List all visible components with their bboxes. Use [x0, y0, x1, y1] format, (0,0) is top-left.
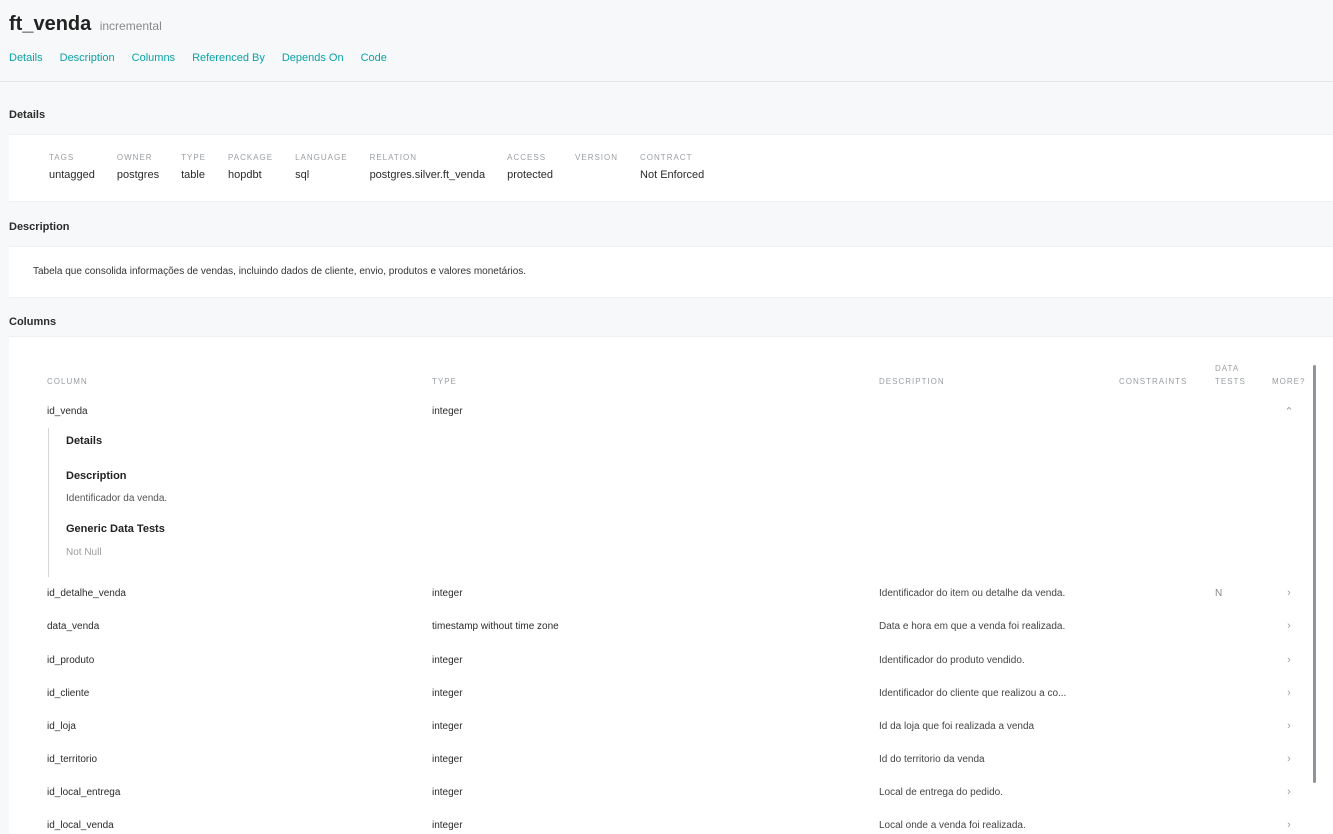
detail-label: VERSION	[575, 153, 619, 162]
detail-language: LANGUAGE sql	[295, 153, 347, 182]
column-name[interactable]: id_loja	[47, 721, 76, 732]
tab-depends-on[interactable]: Depends On	[282, 52, 344, 64]
expanded-test-not-null: Not Null	[66, 547, 102, 558]
detail-label: CONTRACT	[640, 153, 693, 162]
detail-value: hopdbt	[228, 169, 262, 181]
column-description: Identificador do produto vendido.	[879, 655, 1025, 666]
detail-value	[575, 169, 618, 182]
detail-contract: CONTRACT Not Enforced	[640, 153, 704, 182]
detail-label: ACCESS	[507, 153, 547, 162]
header-divider	[0, 81, 1333, 82]
chevron-right-icon[interactable]: ›	[1284, 620, 1294, 632]
column-data-tests: N	[1215, 588, 1223, 599]
section-tabs: Details Description Columns Referenced B…	[9, 52, 387, 64]
details-card: TAGS untagged OWNER postgres TYPE table …	[9, 134, 1333, 202]
detail-label: TAGS	[49, 153, 75, 162]
column-header-data-tests-line2: TESTS	[1215, 377, 1246, 386]
detail-owner: OWNER postgres	[117, 153, 159, 182]
tab-referenced-by[interactable]: Referenced By	[192, 52, 265, 64]
model-page: ft_venda incremental Details Description…	[0, 0, 1333, 834]
column-description: Local de entrega do pedido.	[879, 787, 1003, 798]
column-name[interactable]: id_venda	[47, 406, 88, 417]
detail-tags: TAGS untagged	[49, 153, 95, 182]
column-type: integer	[432, 787, 463, 798]
column-description: Local onde a venda foi realizada.	[879, 820, 1026, 831]
detail-value: untagged	[49, 169, 95, 181]
tab-columns[interactable]: Columns	[132, 52, 175, 64]
description-section-title: Description	[9, 221, 70, 233]
model-description: Tabela que consolida informações de vend…	[33, 266, 527, 277]
description-card: Tabela que consolida informações de vend…	[9, 246, 1333, 298]
detail-label: LANGUAGE	[295, 153, 348, 162]
column-name[interactable]: id_produto	[47, 655, 94, 666]
column-header-more: MORE?	[1272, 377, 1306, 386]
detail-value: table	[181, 169, 205, 181]
column-description: Identificador do item ou detalhe da vend…	[879, 588, 1066, 599]
column-type: integer	[432, 820, 463, 831]
column-name[interactable]: id_cliente	[47, 688, 89, 699]
detail-version: VERSION	[575, 153, 618, 182]
column-type: integer	[432, 721, 463, 732]
chevron-right-icon[interactable]: ›	[1284, 786, 1294, 798]
column-header-column: COLUMN	[47, 377, 88, 386]
column-header-data-tests-line1: DATA	[1215, 364, 1240, 373]
detail-label: RELATION	[369, 153, 417, 162]
details-row: TAGS untagged OWNER postgres TYPE table …	[49, 153, 704, 182]
chevron-right-icon[interactable]: ›	[1284, 687, 1294, 699]
detail-value: sql	[295, 169, 310, 181]
detail-value: Not Enforced	[640, 169, 705, 181]
chevron-right-icon[interactable]: ›	[1284, 654, 1294, 666]
table-scrollbar[interactable]	[1313, 365, 1316, 783]
column-description: Id do territorio da venda	[879, 754, 985, 765]
expanded-description-text: Identificador da venda.	[66, 493, 168, 504]
column-type: timestamp without time zone	[432, 621, 559, 632]
details-section-title: Details	[9, 109, 46, 121]
column-type: integer	[432, 655, 463, 666]
detail-value: postgres.silver.ft_venda	[369, 169, 486, 181]
detail-value: postgres	[116, 169, 160, 181]
column-type: integer	[432, 688, 463, 699]
chevron-right-icon[interactable]: ›	[1284, 720, 1294, 732]
column-header-description: DESCRIPTION	[879, 377, 945, 386]
column-name[interactable]: id_detalhe_venda	[47, 588, 126, 599]
expanded-tests-heading: Generic Data Tests	[66, 523, 165, 535]
page-header: ft_venda incremental	[9, 13, 162, 36]
detail-relation: RELATION postgres.silver.ft_venda	[370, 153, 486, 182]
materialization-badge: incremental	[99, 19, 162, 33]
chevron-right-icon[interactable]: ›	[1284, 753, 1294, 765]
tab-details[interactable]: Details	[9, 52, 43, 64]
column-description: Identificador do cliente que realizou a …	[879, 688, 1067, 699]
column-description: Id da loja que foi realizada a venda	[879, 721, 1035, 732]
column-type: integer	[432, 754, 463, 765]
column-name[interactable]: id_local_entrega	[47, 787, 120, 798]
column-name[interactable]: data_venda	[47, 621, 99, 632]
column-name[interactable]: id_territorio	[47, 754, 97, 765]
column-type: integer	[432, 406, 463, 417]
detail-label: OWNER	[116, 153, 153, 162]
expanded-description-heading: Description	[66, 470, 127, 482]
column-name[interactable]: id_local_venda	[47, 820, 114, 831]
detail-value: protected	[507, 169, 554, 181]
tab-code[interactable]: Code	[361, 52, 387, 64]
expanded-details-heading: Details	[66, 435, 103, 447]
column-description: Data e hora em que a venda foi realizada…	[879, 621, 1066, 632]
chevron-right-icon[interactable]: ›	[1284, 587, 1294, 599]
detail-type: TYPE table	[181, 153, 206, 182]
column-header-constraints: CONSTRAINTS	[1119, 377, 1188, 386]
chevron-right-icon[interactable]: ›	[1284, 819, 1294, 831]
columns-card	[9, 336, 1333, 834]
chevron-up-icon[interactable]: ⌃	[1284, 405, 1294, 418]
page-title: ft_venda	[9, 13, 92, 35]
detail-access: ACCESS protected	[507, 153, 553, 182]
expanded-detail-rule	[48, 428, 49, 577]
columns-section-title: Columns	[9, 316, 57, 328]
tab-description[interactable]: Description	[60, 52, 115, 64]
detail-package: PACKAGE hopdbt	[228, 153, 273, 182]
detail-label: TYPE	[181, 153, 206, 162]
detail-label: PACKAGE	[228, 153, 274, 162]
column-type: integer	[432, 588, 463, 599]
column-header-type: TYPE	[432, 377, 457, 386]
